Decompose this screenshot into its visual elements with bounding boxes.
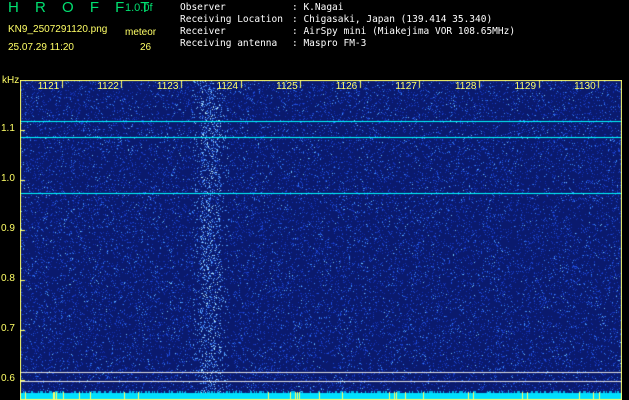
info-value: : K.Nagai — [292, 2, 344, 13]
x-tick-label: 1129 — [514, 81, 537, 92]
x-tick-label: 1130 — [574, 81, 596, 92]
x-tick-label: 1127 — [395, 81, 417, 92]
info-row-receiver: Receiver : AirSpy mini (Miakejima VOR 108… — [180, 26, 515, 38]
info-row-antenna: Receiving antenna : Maspro FM-3 — [180, 38, 515, 50]
info-value: : AirSpy mini (Miakejima VOR 108.65MHz) — [292, 26, 516, 37]
info-value: : Maspro FM-3 — [292, 38, 367, 49]
version-label: 1.0.0f — [125, 2, 153, 14]
meteor-count: 26 — [140, 42, 152, 53]
x-tick-label: 1121 — [37, 81, 60, 92]
y-tick-label: 1.0 — [1, 173, 15, 184]
info-row-location: Receiving Location : Chigasaki, Japan (13… — [180, 14, 515, 26]
y-unit-label: kHz — [2, 75, 20, 86]
file-name: KN9_2507291120.png — [8, 24, 108, 35]
info-value: : Chigasaki, Japan (139.414 35.340) — [292, 14, 493, 25]
meteor-label: meteor — [125, 27, 157, 38]
y-tick-label: 0.8 — [1, 273, 15, 284]
spectrogram-canvas — [20, 80, 622, 400]
info-key: Receiver — [180, 26, 226, 37]
datetime-label: 25.07.29 11:20 — [8, 42, 74, 53]
y-tick-label: 0.6 — [1, 373, 15, 384]
x-tick-label: 1122 — [97, 81, 119, 92]
info-key: Observer — [180, 2, 226, 13]
x-tick-label: 1125 — [276, 81, 298, 92]
x-tick-label: 1123 — [156, 81, 179, 92]
x-tick-label: 1126 — [335, 81, 358, 92]
info-row-observer: Observer : K.Nagai — [180, 2, 515, 14]
y-tick-label: 0.9 — [1, 223, 15, 234]
y-tick-label: 1.1 — [1, 123, 15, 134]
observation-info: Observer : K.Nagai Receiving Location : Ch… — [180, 2, 515, 50]
header-panel: H R O F F T 1.0.0f KN9_2507291120.png me… — [0, 0, 629, 78]
x-tick-label: 1124 — [216, 81, 239, 92]
info-key: Receiving antenna — [180, 38, 278, 49]
y-tick-label: 0.7 — [1, 323, 15, 334]
info-key: Receiving Location — [180, 14, 283, 25]
x-tick-label: 1128 — [454, 81, 477, 92]
